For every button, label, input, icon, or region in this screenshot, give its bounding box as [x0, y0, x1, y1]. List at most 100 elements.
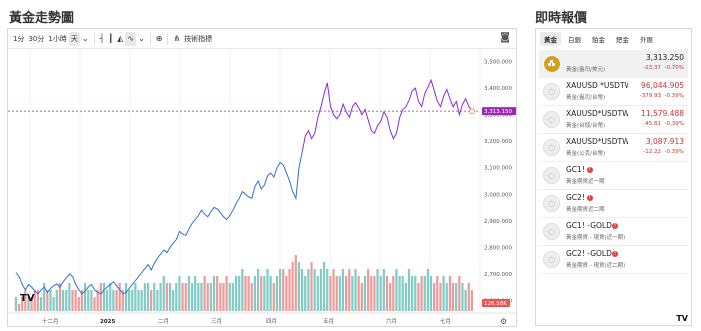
- tab-gold[interactable]: 黃金: [540, 32, 561, 46]
- placeholder-icon: ◌: [543, 139, 560, 156]
- volume-bar: [429, 276, 433, 311]
- price-chart[interactable]: 3,500.0003,400.0003,300.0003,200.0003,10…: [8, 49, 518, 328]
- y-tick-label: 3,000.000: [484, 192, 512, 198]
- volume-bar: [93, 297, 96, 311]
- chevron-down-icon[interactable]: ⌄: [136, 32, 147, 46]
- add-compare-icon[interactable]: ⊕: [154, 32, 165, 46]
- volume-bar: [194, 276, 197, 311]
- volume-bar: [99, 283, 102, 311]
- quote-row[interactable]: ◌ XAUUSD *USDTWI 黃金(盎司/台幣) 96,044.905 -379.9…: [539, 78, 688, 106]
- volume-bar: [291, 262, 294, 311]
- volume-bar: [187, 276, 190, 311]
- quote-name: 黃金(公克/台幣): [566, 151, 606, 157]
- placeholder-icon: ◌: [543, 111, 560, 128]
- tab-silver[interactable]: 白銀: [564, 32, 585, 46]
- quote-row[interactable]: ◌ GC1!! 黃金期貨近一期: [539, 162, 688, 190]
- volume-bar: [200, 283, 203, 311]
- volume-bar: [71, 290, 74, 311]
- volume-bar: [203, 276, 206, 311]
- quote-tabs: 黃金 白銀 鉑金 鈀金 外匯: [536, 29, 691, 49]
- y-tick-label: 2,700.000: [484, 272, 512, 278]
- chart-toolbar: 1分 30分 1小時 天 ⌄ ┤ ┃ ◭ ∿ ⌄ ⊕ ⋔ 技術指標 ◙: [8, 29, 516, 49]
- volume-bar: [278, 269, 282, 311]
- settings-gear-icon[interactable]: ⚙: [500, 317, 507, 326]
- quote-list: 黃金(盎司/美元) 3,313.250 -23.37 -0.70% ◌ XAUUSD *…: [536, 50, 691, 274]
- volume-bar: [17, 304, 21, 311]
- tab-forex[interactable]: 外匯: [636, 32, 657, 46]
- tab-platinum[interactable]: 鉑金: [588, 32, 609, 46]
- x-tick-label: 五月: [323, 318, 334, 325]
- x-tick-label: 2025: [100, 319, 115, 325]
- x-tick-label: 七月: [440, 317, 451, 325]
- quote-symbol: GC2!: [566, 193, 585, 202]
- volume-bar: [282, 269, 285, 311]
- quote-change: -23.37 -0.70%: [643, 65, 684, 71]
- last-point-marker: [469, 108, 475, 115]
- volume-bar: [398, 276, 401, 311]
- quote-row[interactable]: ◌ GC2!! 黃金期貨近二期: [539, 190, 688, 218]
- interval-30min[interactable]: 30分: [26, 32, 46, 46]
- quote-row[interactable]: 黃金(盎司/美元) 3,313.250 -23.37 -0.70%: [539, 50, 688, 78]
- area-chart-icon[interactable]: ◭: [115, 32, 125, 46]
- price-label: 3,313.150: [484, 109, 512, 115]
- quote-change: -379.93 -0.39%: [639, 93, 684, 99]
- volume-bar: [351, 276, 354, 311]
- volume-bar: [373, 276, 376, 311]
- alert-icon: !: [586, 167, 593, 173]
- chart-frame: 1分 30分 1小時 天 ⌄ ┤ ┃ ◭ ∿ ⌄ ⊕ ⋔ 技術指標 ◙ 3,50…: [7, 28, 518, 328]
- quote-row[interactable]: ◌ GC2! -GOLD! 黃金期貨 - 現貨(近二期): [539, 246, 688, 274]
- volume-bar: [150, 290, 153, 311]
- quote-panel: 黃金 白銀 鉑金 鈀金 外匯 黃金(盎司/美元) 3,313.250 -23.37 …: [535, 28, 692, 326]
- volume-bar: [360, 283, 363, 311]
- volume-bar: [458, 276, 461, 311]
- volume-bar: [348, 269, 351, 311]
- quote-symbol: GC1! -GOLD: [566, 221, 612, 230]
- volume-bar: [137, 290, 140, 311]
- quote-name: 黃金(盎司/台幣): [566, 95, 606, 101]
- interval-1min[interactable]: 1分: [11, 32, 26, 46]
- volume-bar: [420, 276, 423, 311]
- volume-bar: [212, 276, 216, 311]
- volume-bar: [322, 262, 326, 311]
- volume-bar: [401, 276, 404, 311]
- volume-bar: [464, 290, 467, 311]
- volume-bar: [357, 276, 360, 311]
- volume-bar: [68, 283, 71, 311]
- volume-bar: [461, 283, 464, 311]
- camera-icon[interactable]: ◙: [500, 32, 510, 43]
- volume-bar: [417, 283, 420, 311]
- x-tick-label: 十二月: [42, 317, 59, 325]
- interval-day[interactable]: 天: [68, 31, 80, 46]
- volume-bar: [106, 290, 109, 311]
- volume-bar: [131, 290, 134, 311]
- quote-row[interactable]: ◌ XAUUSD*USDTWD/黃金(台錢/台幣) 11,579.488 -45.81…: [539, 106, 688, 134]
- line-chart-icon[interactable]: ∿: [125, 31, 137, 46]
- volume-bar: [52, 297, 55, 311]
- volume-bar: [184, 283, 187, 311]
- tab-palladium[interactable]: 鈀金: [612, 32, 633, 46]
- tradingview-logo-icon: TV: [676, 314, 688, 323]
- volume-bar: [260, 276, 263, 311]
- volume-bar: [102, 283, 106, 311]
- quote-name: 黃金(台錢/台幣): [566, 123, 606, 129]
- x-tick-label: 四月: [266, 318, 277, 325]
- bar-chart-icon[interactable]: ┤: [98, 32, 107, 46]
- placeholder-icon: ◌: [543, 195, 560, 212]
- quote-row[interactable]: ◌ GC1! -GOLD! 黃金期貨 - 現貨(近一期): [539, 218, 688, 246]
- volume-bar: [14, 297, 17, 311]
- volume-bar: [439, 283, 442, 311]
- chevron-down-icon[interactable]: ⌄: [80, 32, 91, 46]
- y-tick-label: 2,800.000: [484, 245, 512, 251]
- volume-bar: [172, 290, 175, 311]
- volume-bar: [234, 276, 238, 311]
- indicators-icon[interactable]: ⋔: [171, 32, 182, 46]
- indicators-button[interactable]: 技術指標: [182, 32, 214, 46]
- quote-row[interactable]: ◌ XAUUSD*USDTWD/黃金(公克/台幣) 3,087.913 -12.22 …: [539, 134, 688, 162]
- interval-1hour[interactable]: 1小時: [46, 32, 68, 46]
- x-tick-label: 三月: [211, 318, 222, 325]
- volume-bar: [341, 269, 345, 311]
- volume-bar: [326, 269, 329, 311]
- volume-bar: [228, 283, 231, 311]
- volume-bar: [128, 290, 131, 311]
- candlestick-icon[interactable]: ┃: [106, 32, 115, 46]
